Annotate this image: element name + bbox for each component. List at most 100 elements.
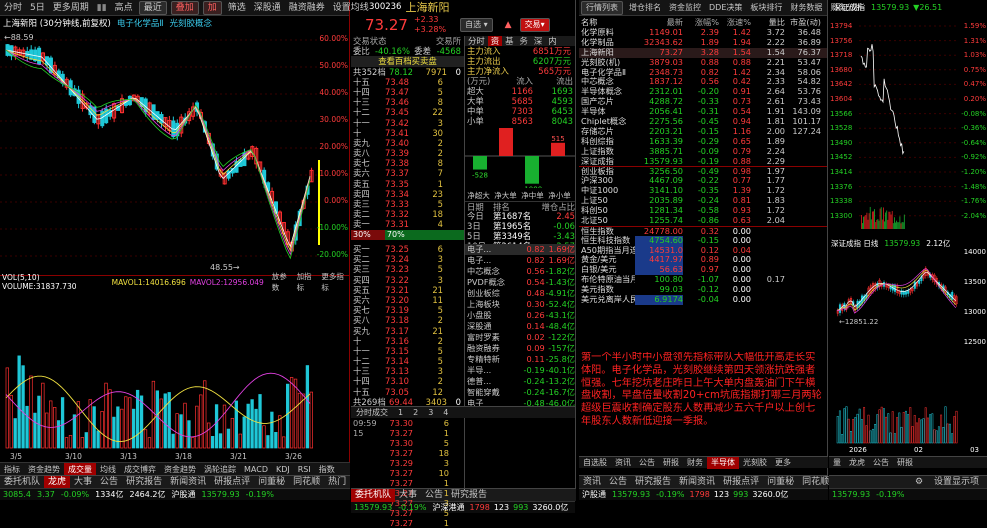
sector-tab[interactable]: 光刻胶 xyxy=(739,457,771,469)
sector-tab[interactable]: 研报 xyxy=(659,457,683,469)
ask-row[interactable]: 十一 73.42 3 xyxy=(351,118,464,128)
flow-tab[interactable]: 务 xyxy=(517,36,531,46)
right-info-tab[interactable]: 问董秘 xyxy=(763,476,798,489)
flow-tab[interactable]: 基 xyxy=(502,36,516,46)
market-tab[interactable]: DDE决策 xyxy=(705,0,746,16)
sector-row[interactable]: 电子... 0.82 1.69亿 xyxy=(465,244,575,255)
period-more[interactable]: 更多周期 xyxy=(49,0,93,16)
tick-tab[interactable]: 3 xyxy=(423,408,438,417)
ask-row[interactable]: 十五 73.48 6 xyxy=(351,77,464,87)
add-button[interactable]: 加 xyxy=(202,0,222,15)
ask-row[interactable]: 卖八 73.39 2 xyxy=(351,148,464,158)
flow-tab[interactable]: 分时 xyxy=(465,36,488,46)
info-tab[interactable]: 委托机队 xyxy=(0,476,44,489)
info-tab[interactable]: 龙虎 xyxy=(44,475,71,489)
market-tab[interactable]: 资金监控 xyxy=(665,0,705,16)
trade-button[interactable]: 交易▾ xyxy=(519,18,550,32)
ask-row[interactable]: 十三 73.46 8 xyxy=(351,97,464,107)
sector-row[interactable]: 深股通 0.14 -48.4亿 xyxy=(465,321,575,332)
indicator-tab[interactable]: 指数 xyxy=(315,463,339,476)
bid-row[interactable]: 十四 73.10 2 xyxy=(351,376,464,386)
sector-row[interactable]: 中芯概念 0.56 -1.82亿 xyxy=(465,266,575,277)
bid-row[interactable]: 买八 73.18 2 xyxy=(351,315,464,325)
margin-button[interactable]: 融资融券 xyxy=(285,0,329,16)
high-point-button[interactable]: 高点 xyxy=(111,0,137,16)
right-info-tab[interactable]: 新闻资讯 xyxy=(675,476,719,489)
ask-row[interactable]: 卖四 73.34 23 xyxy=(351,189,464,199)
info-tab[interactable]: 公告 xyxy=(96,476,122,489)
indicator-tab[interactable]: 涡轮追踪 xyxy=(200,463,240,476)
sector-row[interactable]: PVDF概念 0.54 -1.43亿 xyxy=(465,277,575,288)
period-intraday[interactable]: 分时 xyxy=(0,0,26,16)
ask-row[interactable]: 十 73.41 30 xyxy=(351,128,464,138)
bid-row[interactable]: 买五 73.21 21 xyxy=(351,285,464,295)
bid-row[interactable]: 十二 73.14 5 xyxy=(351,356,464,366)
sector-tab[interactable]: 自选股 xyxy=(579,457,611,469)
sector-tab-1[interactable]: 电子化学品Ⅱ xyxy=(117,17,164,29)
index-tab[interactable]: 龙虎 xyxy=(845,457,869,468)
info-tab[interactable]: 问董秘 xyxy=(254,476,289,489)
sector-row[interactable]: 电子... 0.82 1.69亿 xyxy=(465,255,575,266)
sector-row[interactable]: 融资融券 0.09 -157亿 xyxy=(465,343,575,354)
market-table[interactable]: 化学原料 1149.01 2.39 1.42 3.72 36.48 化学制品 32343.62… xyxy=(579,27,827,305)
market-tab[interactable]: 增仓排名 xyxy=(625,0,665,16)
sector-tab[interactable]: 公告 xyxy=(635,457,659,469)
ask-row[interactable]: 卖九 73.40 2 xyxy=(351,138,464,148)
up-arrow-icon[interactable]: ▲ xyxy=(505,20,512,30)
candlestick-chart[interactable] xyxy=(0,30,350,275)
sector-tab-2[interactable]: 光刻胶概念 xyxy=(170,17,213,29)
market-tab[interactable]: 板块排行 xyxy=(746,0,786,16)
period-5day[interactable]: 5日 xyxy=(26,0,49,16)
recent-button[interactable]: 最近 xyxy=(138,0,167,15)
bid-row[interactable]: 十 73.16 2 xyxy=(351,336,464,346)
tick-tab[interactable]: 分时成交 xyxy=(351,407,393,418)
market-row[interactable]: 美元兑离岸人民币6.9174 -0.04 0.00 xyxy=(579,294,827,305)
bid-row[interactable]: 买七 73.19 5 xyxy=(351,305,464,315)
ask-row[interactable]: 卖六 73.37 7 xyxy=(351,168,464,178)
ask-row[interactable]: 卖五 73.35 1 xyxy=(351,179,464,189)
sector-tab[interactable]: 半导体 xyxy=(707,456,739,469)
right-info-tab[interactable]: 研报点评 xyxy=(719,476,763,489)
bid-row[interactable]: 十三 73.13 3 xyxy=(351,366,464,376)
info-tab[interactable]: 同花顺 xyxy=(289,476,324,489)
tick-tab[interactable]: 2 xyxy=(408,408,423,417)
indicator-tab[interactable]: MACD xyxy=(240,463,272,476)
market-row[interactable]: 深证成指 13579.93 -0.19 0.88 2.29 xyxy=(579,156,827,167)
sector-tab[interactable]: 更多 xyxy=(771,457,795,469)
sector-row[interactable]: 智能穿戴 -0.24 -16.7亿 xyxy=(465,387,575,398)
flow-tab[interactable]: 资 xyxy=(487,36,503,47)
indicator-tab[interactable]: KDJ xyxy=(272,463,294,476)
watchlist-button[interactable]: 自选 ▾ xyxy=(460,18,493,32)
indicator-tab[interactable]: RSI xyxy=(294,463,315,476)
sector-row[interactable]: 富时罗素 0.02 -122亿 xyxy=(465,332,575,343)
info-tab[interactable]: 研究报告 xyxy=(122,476,166,489)
tick-tab[interactable]: 1 xyxy=(393,408,408,417)
bid-row[interactable]: 买三 73.23 5 xyxy=(351,264,464,274)
bid-row[interactable]: 买九 73.17 21 xyxy=(351,326,464,336)
bid-row[interactable]: 买六 73.20 11 xyxy=(351,295,464,305)
ask-row[interactable]: 卖三 73.33 5 xyxy=(351,199,464,209)
info-tab[interactable]: 研报点评 xyxy=(210,476,254,489)
bid-row[interactable]: 买一 73.25 6 xyxy=(351,244,464,254)
right-info-tab[interactable]: 资讯 xyxy=(579,476,605,489)
right-info-tab[interactable]: 公告 xyxy=(605,476,631,489)
market-tab[interactable]: 行情列表 xyxy=(581,0,623,15)
depth-button[interactable]: 查看百档买卖盘 xyxy=(351,56,464,67)
flow-tab[interactable]: 深 xyxy=(531,36,545,46)
sector-row[interactable]: 创业板综 0.48 -4.91亿 xyxy=(465,288,575,299)
chart-type-icon[interactable]: ▮▮ xyxy=(93,0,111,16)
bid-row[interactable]: 十一 73.15 5 xyxy=(351,346,464,356)
ask-row[interactable]: 卖二 73.32 18 xyxy=(351,209,464,219)
ask-row[interactable]: 十四 73.47 5 xyxy=(351,87,464,97)
sector-row[interactable]: 半导... -0.19 -40.1亿 xyxy=(465,365,575,376)
ask-row[interactable]: 十二 73.45 22 xyxy=(351,107,464,117)
indicator-tab[interactable]: 资金趋势 xyxy=(24,463,64,476)
index-tab[interactable]: 公告 xyxy=(869,457,893,468)
market-tab[interactable]: 财务数据 xyxy=(786,0,826,16)
sector-tab[interactable]: 财务 xyxy=(683,457,707,469)
sector-row[interactable]: 德普... -0.24 -13.2亿 xyxy=(465,376,575,387)
indicator-tab[interactable]: 资金趋势 xyxy=(160,463,200,476)
indicator-tab[interactable]: 均线 xyxy=(96,463,120,476)
info-tab[interactable]: 大事 xyxy=(70,476,96,489)
bid-row[interactable]: 买二 73.24 3 xyxy=(351,254,464,264)
